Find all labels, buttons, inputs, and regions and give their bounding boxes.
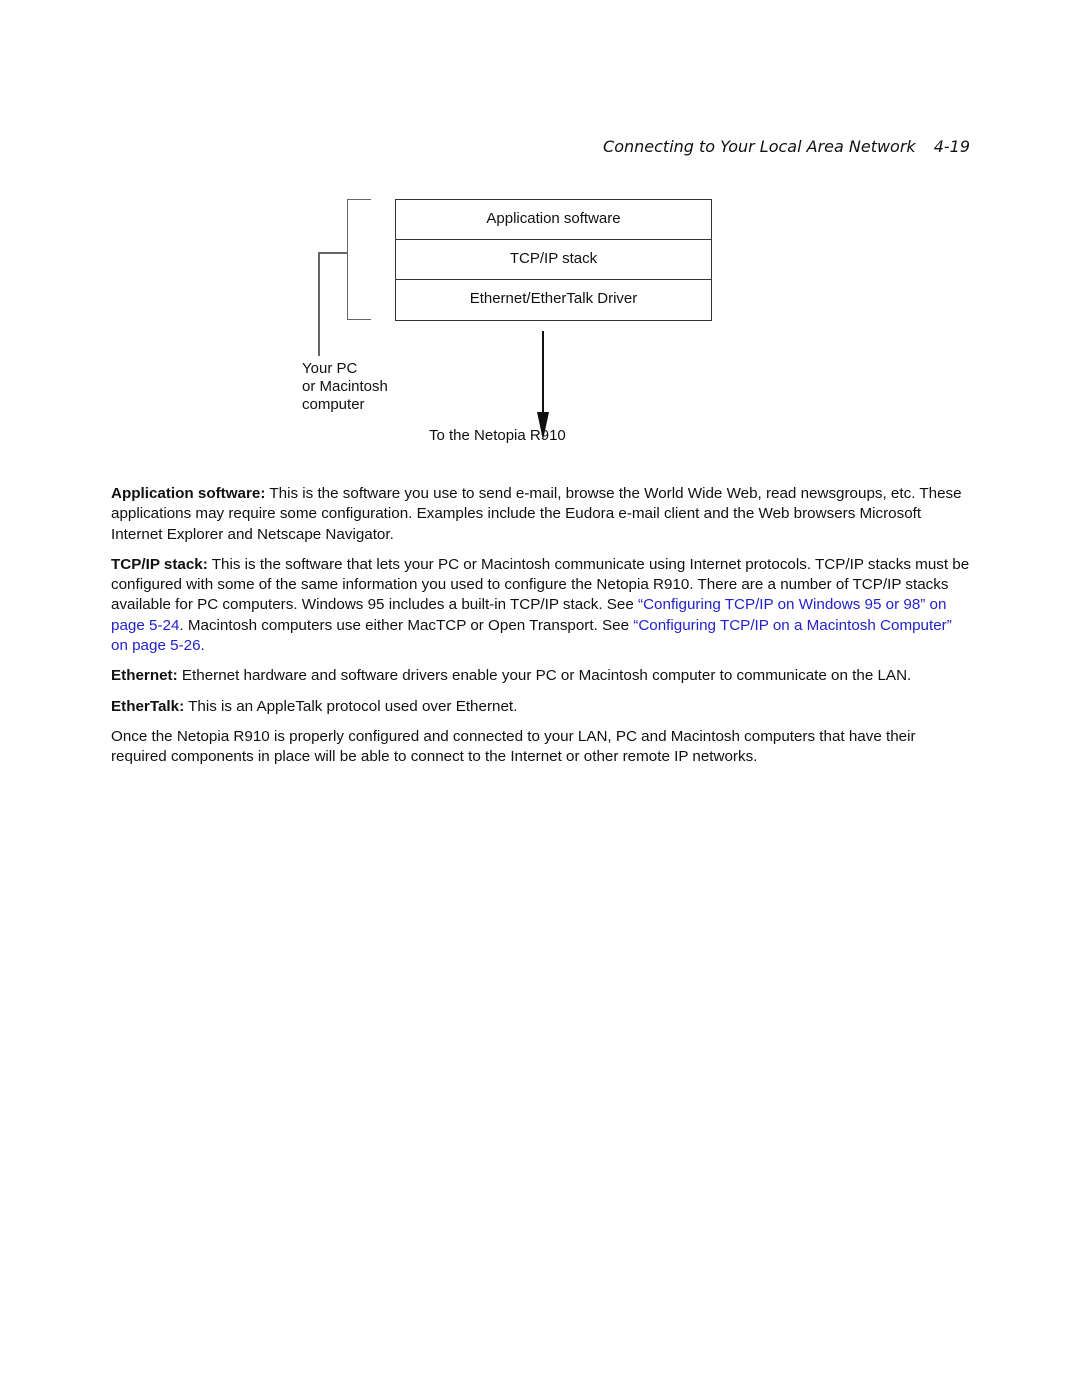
paragraph-closing: Once the Netopia R910 is properly config…	[111, 727, 916, 766]
layer-driver: Ethernet/EtherTalk Driver	[469, 290, 638, 307]
arrow-line	[542, 331, 544, 413]
layer-tcpip: TCP/IP stack	[396, 240, 711, 280]
definition: .	[200, 637, 205, 655]
computer-label-line: computer	[302, 396, 365, 413]
term: Application software:	[111, 485, 266, 502]
body-text: Application software: This is the softwa…	[111, 484, 971, 778]
term: Ethernet:	[111, 667, 178, 685]
term: EtherTalk:	[111, 697, 185, 715]
page-number: 4-19	[933, 137, 970, 156]
stack-bracket	[347, 199, 371, 320]
connector-vertical	[318, 252, 320, 356]
term: TCP/IP stack:	[111, 555, 208, 573]
connector-horizontal	[318, 252, 348, 254]
header-title: Connecting to Your Local Area Network	[603, 137, 916, 156]
paragraph-ethertalk: EtherTalk: This is an AppleTalk protocol…	[111, 697, 971, 717]
running-header: Connecting to Your Local Area Network 4-1…	[603, 137, 970, 156]
definition: This is an AppleTalk protocol used over …	[184, 697, 518, 715]
definition: . Macintosh computers use either MacTCP …	[179, 616, 634, 634]
arrow-label: To the Netopia R910	[429, 427, 566, 444]
layer-application: Application software	[396, 200, 711, 240]
computer-label-line: or Macintosh	[302, 378, 388, 395]
paragraph-tcpip-stack: TCP/IP stack: This is the software that …	[111, 555, 971, 656]
computer-label-line: Your PC	[302, 360, 358, 377]
definition: Ethernet hardware and software drivers e…	[177, 667, 912, 685]
paragraph-ethernet: Ethernet: Ethernet hardware and software…	[111, 666, 971, 686]
layer-stack: Application software TCP/IP stack Ethern…	[395, 199, 712, 321]
paragraph-application-software: Application software: This is the softwa…	[111, 484, 971, 545]
computer-label: Your PC or Macintosh computer	[302, 360, 388, 414]
